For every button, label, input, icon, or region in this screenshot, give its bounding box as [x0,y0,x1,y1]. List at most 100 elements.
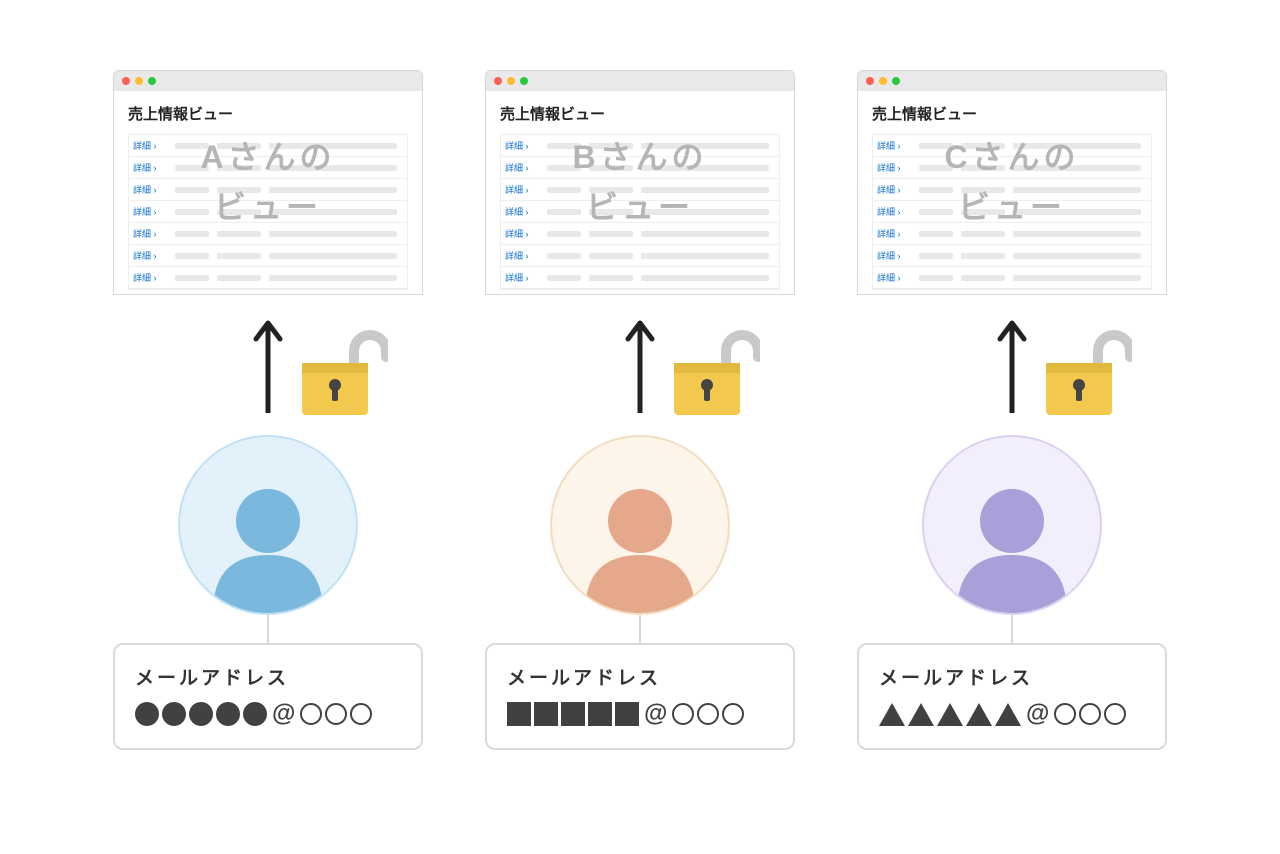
unlocked-padlock-icon [668,325,760,421]
unlocked-padlock-icon [296,325,388,421]
traffic-light-close-icon[interactable] [866,77,874,85]
table-row: 詳細 [501,245,779,267]
mask-square-icon [534,702,558,726]
detail-link[interactable]: 詳細 [873,205,913,218]
connector-line [639,615,641,643]
mask-triangle-icon [995,703,1021,726]
view-title: 売上情報ビュー [872,103,1152,124]
mask-circle-icon [243,702,267,726]
detail-link[interactable]: 詳細 [501,205,541,218]
mask-circle-icon [135,702,159,726]
email-masked-value: @ [135,700,401,728]
email-label: メールアドレス [507,663,773,690]
up-arrow-icon [997,315,1027,415]
detail-link[interactable]: 詳細 [501,183,541,196]
user-avatar [922,435,1102,615]
detail-link[interactable]: 詳細 [501,271,541,284]
detail-link[interactable]: 詳細 [501,139,541,152]
detail-link[interactable]: 詳細 [129,139,169,152]
person-silhouette-icon [947,473,1077,613]
mask-open-circle-icon [672,703,694,725]
mask-triangle-icon [966,703,992,726]
table-row: 詳細 [129,223,407,245]
browser-window: 売上情報ビュー 詳細 詳細 詳細 詳細 詳細 詳細 詳細 Aさんの ビュ [113,70,423,295]
table-row: 詳細 [873,135,1151,157]
detail-link[interactable]: 詳細 [501,161,541,174]
table-row: 詳細 [129,179,407,201]
mask-open-circle-icon [300,703,322,725]
email-card: メールアドレス @ [857,643,1167,750]
detail-link[interactable]: 詳細 [129,227,169,240]
person-silhouette-icon [203,473,333,613]
detail-link[interactable]: 詳細 [129,271,169,284]
table-row: 詳細 [873,201,1151,223]
traffic-light-minimize-icon[interactable] [135,77,143,85]
table-row: 詳細 [873,245,1151,267]
data-table: 詳細 詳細 詳細 詳細 詳細 詳細 詳細 [872,134,1152,290]
mask-triangle-icon [879,703,905,726]
window-titlebar [858,71,1166,91]
traffic-light-close-icon[interactable] [494,77,502,85]
table-row: 詳細 [129,157,407,179]
email-masked-value: @ [507,700,773,728]
traffic-light-zoom-icon[interactable] [148,77,156,85]
email-card: メールアドレス @ [485,643,795,750]
table-row: 詳細 [501,135,779,157]
connector-line [267,615,269,643]
table-row: 詳細 [873,223,1151,245]
detail-link[interactable]: 詳細 [129,161,169,174]
user-column-0: 売上情報ビュー 詳細 詳細 詳細 詳細 詳細 詳細 詳細 Aさんの ビュ [113,70,423,750]
at-symbol: @ [642,700,669,728]
detail-link[interactable]: 詳細 [873,271,913,284]
data-table: 詳細 詳細 詳細 詳細 詳細 詳細 詳細 [128,134,408,290]
up-arrow-icon [625,315,655,415]
person-silhouette-icon [575,473,705,613]
connector-line [1011,615,1013,643]
traffic-light-minimize-icon[interactable] [879,77,887,85]
at-symbol: @ [270,700,297,728]
detail-link[interactable]: 詳細 [873,227,913,240]
arrow-lock-group [857,305,1167,435]
user-column-1: 売上情報ビュー 詳細 詳細 詳細 詳細 詳細 詳細 詳細 Bさんの ビュ [485,70,795,750]
table-row: 詳細 [501,179,779,201]
traffic-light-minimize-icon[interactable] [507,77,515,85]
traffic-light-zoom-icon[interactable] [520,77,528,85]
email-masked-value: @ [879,700,1145,728]
detail-link[interactable]: 詳細 [501,249,541,262]
browser-window: 売上情報ビュー 詳細 詳細 詳細 詳細 詳細 詳細 詳細 Cさんの ビュ [857,70,1167,295]
user-avatar [550,435,730,615]
detail-link[interactable]: 詳細 [873,249,913,262]
mask-open-circle-icon [697,703,719,725]
arrow-lock-group [113,305,423,435]
arrow-lock-group [485,305,795,435]
traffic-light-zoom-icon[interactable] [892,77,900,85]
email-label: メールアドレス [135,663,401,690]
mask-open-circle-icon [350,703,372,725]
table-row: 詳細 [129,201,407,223]
browser-window: 売上情報ビュー 詳細 詳細 詳細 詳細 詳細 詳細 詳細 Bさんの ビュ [485,70,795,295]
mask-triangle-icon [908,703,934,726]
detail-link[interactable]: 詳細 [129,183,169,196]
detail-link[interactable]: 詳細 [129,205,169,218]
view-title: 売上情報ビュー [500,103,780,124]
detail-link[interactable]: 詳細 [129,249,169,262]
detail-link[interactable]: 詳細 [873,139,913,152]
table-row: 詳細 [873,157,1151,179]
detail-link[interactable]: 詳細 [501,227,541,240]
table-row: 詳細 [129,267,407,289]
traffic-light-close-icon[interactable] [122,77,130,85]
mask-open-circle-icon [1054,703,1076,725]
table-row: 詳細 [873,179,1151,201]
up-arrow-icon [253,315,283,415]
table-row: 詳細 [501,223,779,245]
email-label: メールアドレス [879,663,1145,690]
table-row: 詳細 [873,267,1151,289]
user-column-2: 売上情報ビュー 詳細 詳細 詳細 詳細 詳細 詳細 詳細 Cさんの ビュ [857,70,1167,750]
window-titlebar [114,71,422,91]
mask-square-icon [561,702,585,726]
mask-open-circle-icon [722,703,744,725]
mask-open-circle-icon [1079,703,1101,725]
detail-link[interactable]: 詳細 [873,183,913,196]
email-card: メールアドレス @ [113,643,423,750]
detail-link[interactable]: 詳細 [873,161,913,174]
